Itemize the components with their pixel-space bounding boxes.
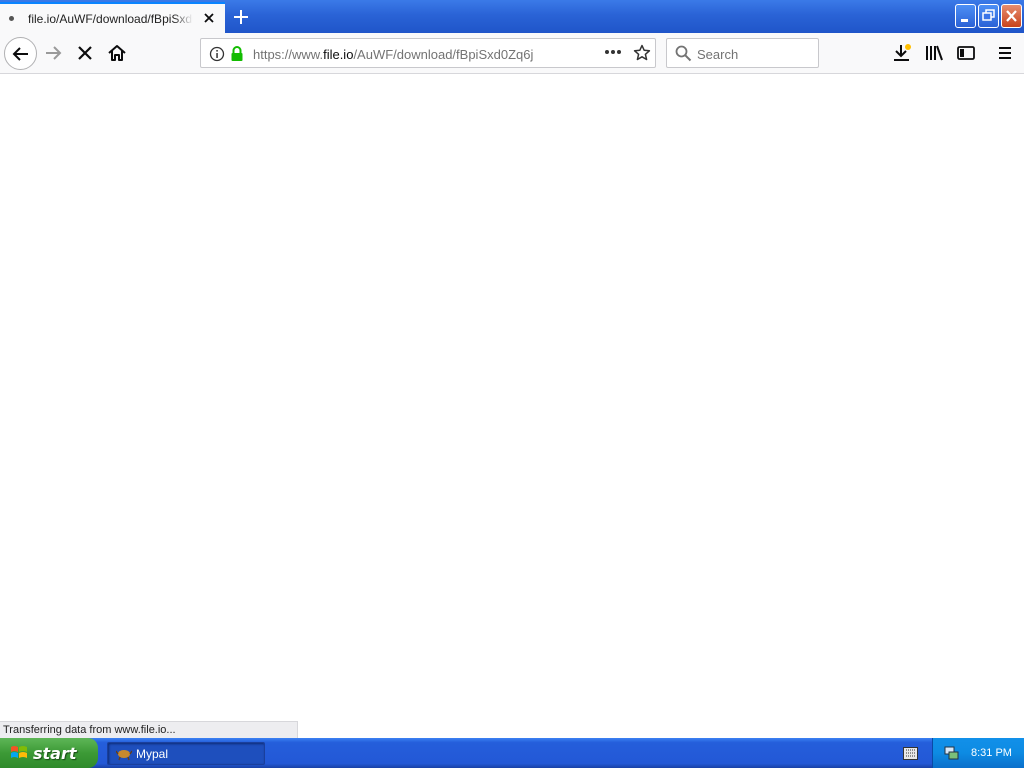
search-placeholder: Search (697, 47, 739, 62)
minimize-button[interactable] (955, 4, 976, 28)
arrow-right-icon (46, 46, 62, 60)
back-button[interactable] (4, 37, 37, 70)
mypal-app-icon (116, 749, 132, 760)
hamburger-menu-icon (999, 47, 1011, 59)
library-icon (926, 45, 943, 61)
restore-icon (982, 9, 995, 21)
stop-icon (78, 46, 92, 60)
url-path: /AuWF/download/fBpiSxd0Zq6j (353, 47, 534, 62)
home-icon (108, 45, 126, 61)
taskbar: start Mypal 8:31 PM (0, 738, 1024, 768)
windows-logo-icon (11, 746, 27, 758)
info-icon[interactable] (209, 46, 225, 62)
status-panel: Transferring data from www.file.io... (0, 721, 298, 738)
tab-strip: file.io/AuWF/download/fBpiSxd0Zq6j (0, 0, 1024, 33)
downloads-button[interactable] (887, 38, 917, 68)
page-actions-icon[interactable] (604, 49, 622, 55)
sidebar-button[interactable] (951, 38, 981, 68)
close-icon (1006, 10, 1017, 22)
menu-button[interactable] (990, 38, 1020, 68)
forward-button[interactable] (38, 38, 68, 68)
download-icon (894, 44, 911, 61)
taskbar-item-label: Mypal (136, 746, 169, 761)
search-field[interactable]: Search (666, 38, 819, 68)
system-tray: 8:31 PM (932, 738, 1024, 768)
minimize-icon (961, 19, 968, 22)
home-button[interactable] (102, 38, 132, 68)
library-button[interactable] (919, 38, 949, 68)
new-tab-icon[interactable] (230, 6, 252, 28)
page-content (0, 74, 1024, 738)
keyboard-icon[interactable] (903, 747, 918, 760)
search-icon (675, 45, 692, 62)
close-window-button[interactable] (1001, 4, 1022, 28)
start-button[interactable]: start (0, 738, 98, 768)
bookmark-star-icon[interactable] (633, 44, 651, 62)
loading-indicator-icon (9, 16, 14, 21)
start-label: start (33, 743, 77, 763)
url-host: file.io (323, 47, 354, 62)
navigation-toolbar: https://www.file.io/AuWF/download/fBpiSx… (0, 33, 1024, 74)
arrow-left-icon (12, 46, 28, 61)
network-icon[interactable] (943, 745, 959, 761)
url-text[interactable]: https://www.file.io/AuWF/download/fBpiSx… (253, 47, 533, 62)
taskbar-item-mypal[interactable]: Mypal (107, 742, 265, 765)
url-prefix: https://www. (253, 47, 324, 62)
close-tab-icon[interactable] (201, 10, 217, 26)
tab-active[interactable]: file.io/AuWF/download/fBpiSxd0Zq6j (0, 2, 225, 33)
stop-button[interactable] (70, 38, 100, 68)
address-bar[interactable]: https://www.file.io/AuWF/download/fBpiSx… (200, 38, 656, 68)
restore-button[interactable] (978, 4, 999, 28)
tab-title: file.io/AuWF/download/fBpiSxd0Zq6j (28, 11, 193, 26)
clock[interactable]: 8:31 PM (971, 747, 1012, 759)
lock-icon[interactable] (229, 45, 245, 62)
sidebar-icon (957, 46, 975, 60)
